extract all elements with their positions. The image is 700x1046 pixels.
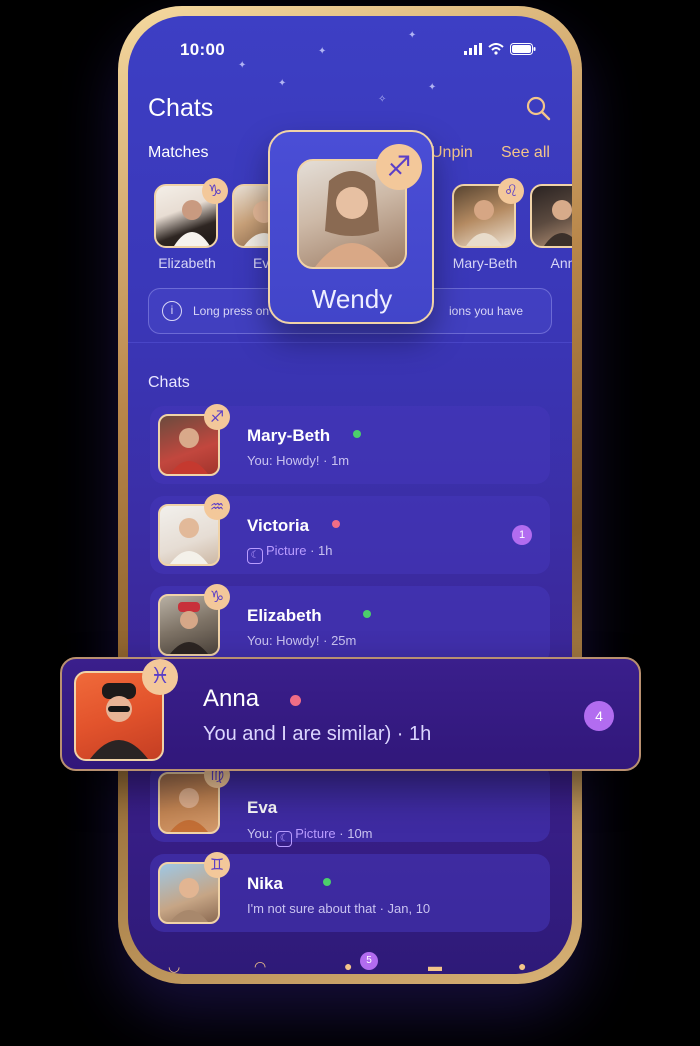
match-name: Mary-Beth — [452, 255, 518, 271]
chat-row-elizabeth[interactable]: ♑ Elizabeth You: Howdy! · 25m — [150, 584, 550, 664]
chat-name: Mary-Beth — [247, 426, 331, 445]
pisces-icon: ♓ — [142, 659, 178, 695]
leo-icon: ♌ — [498, 178, 524, 204]
wifi-icon — [488, 43, 504, 55]
nav-chats-badge: 5 — [360, 952, 378, 970]
see-all-link[interactable]: See all — [501, 144, 550, 162]
gemini-icon: ♊ — [204, 852, 230, 878]
match-item-elizabeth[interactable]: ♑ Elizabeth — [154, 178, 228, 271]
sagittarius-icon: ♐ — [376, 144, 422, 190]
bottom-nav: ◡ ◠ ● ▬ ● — [128, 956, 572, 974]
online-status-dot — [353, 430, 361, 438]
chat-row-nika[interactable]: ♊ Nika I'm not sure about that · Jan, 10 — [150, 852, 550, 932]
unread-badge: 1 — [512, 525, 532, 545]
match-preview-popup[interactable]: ♐ Wendy — [268, 130, 434, 324]
online-status-dot — [363, 610, 371, 618]
unread-badge: 4 — [584, 701, 614, 731]
info-text-left: Long press on — [193, 304, 270, 318]
chat-name: Elizabeth — [247, 606, 322, 625]
chat-row-victoria[interactable]: ♒ Victoria ☾ Picture · 1h 1 — [150, 494, 550, 574]
chat-preview: You: Howdy! · 1m — [247, 453, 350, 468]
info-icon: i — [162, 301, 182, 321]
star-decoration-icon: ✦ — [278, 78, 287, 89]
online-status-dot — [323, 878, 331, 886]
status-time: 10:00 — [180, 40, 225, 59]
person-photo-icon — [544, 200, 572, 246]
chat-preview: You: Howdy! · 25m — [247, 633, 357, 648]
nav-home-icon[interactable]: ◡ — [168, 958, 180, 974]
match-name: Ann — [550, 255, 572, 271]
signal-icon — [464, 43, 482, 55]
divider — [128, 342, 572, 343]
aquarius-icon: ♒ — [204, 494, 230, 520]
info-text-right: ions you have — [449, 304, 524, 318]
chat-row-mary-beth[interactable]: ♐ Mary-Beth You: Howdy! · 1m — [150, 404, 550, 484]
capricorn-icon: ♑ — [204, 584, 230, 610]
nav-chats-icon[interactable]: ● — [344, 958, 352, 974]
nav-calendar-icon[interactable]: ▬ — [428, 958, 442, 974]
chat-preview: ☾ Picture · 1h — [247, 543, 332, 564]
page-title: Chats — [148, 94, 214, 122]
match-item-mary-beth[interactable]: ♌ Mary-Beth — [452, 178, 524, 271]
match-avatar — [530, 184, 572, 248]
sagittarius-icon: ♐ — [204, 404, 230, 430]
capricorn-icon: ♑ — [202, 178, 228, 204]
star-decoration-icon: ✧ — [378, 94, 387, 105]
status-bar: 10:00 — [128, 16, 572, 76]
picture-icon: ☾ — [247, 548, 263, 564]
match-item-ann[interactable]: Ann — [530, 184, 572, 271]
search-icon[interactable] — [524, 94, 552, 122]
matches-header: Matches — [148, 144, 209, 161]
star-decoration-icon: ✦ — [238, 60, 247, 71]
star-decoration-icon: ✦ — [408, 30, 417, 41]
chat-preview: You: ☾ Picture · 10m — [247, 826, 373, 847]
status-dot — [290, 695, 301, 706]
chat-name: Anna — [203, 685, 260, 712]
status-dot — [332, 520, 340, 528]
nav-matches-icon[interactable]: ◠ — [254, 958, 266, 974]
star-decoration-icon: ✦ — [428, 82, 437, 93]
match-name: Elizabeth — [158, 255, 216, 271]
status-icons — [464, 43, 536, 55]
star-decoration-icon: ✦ — [318, 46, 327, 57]
chat-name: Victoria — [247, 516, 310, 535]
chat-name: Nika — [247, 874, 283, 893]
chat-preview: You and I are similar) · 1h — [203, 723, 432, 745]
chat-preview: I'm not sure about that · Jan, 10 — [247, 901, 431, 916]
battery-icon — [510, 43, 536, 55]
nav-profile-icon[interactable]: ● — [518, 958, 526, 974]
unpin-link[interactable]: Unpin — [431, 144, 473, 162]
popup-name: Wendy — [311, 284, 393, 314]
chats-header: Chats — [148, 374, 190, 391]
chat-row-eva[interactable]: ♍ Eva You: ☾ Picture · 10m — [150, 762, 550, 847]
chat-name: Eva — [247, 798, 278, 817]
picture-icon: ☾ — [276, 831, 293, 847]
chat-row-anna-highlighted[interactable]: ♓ Anna You and I are similar) · 1h 4 — [60, 657, 641, 771]
